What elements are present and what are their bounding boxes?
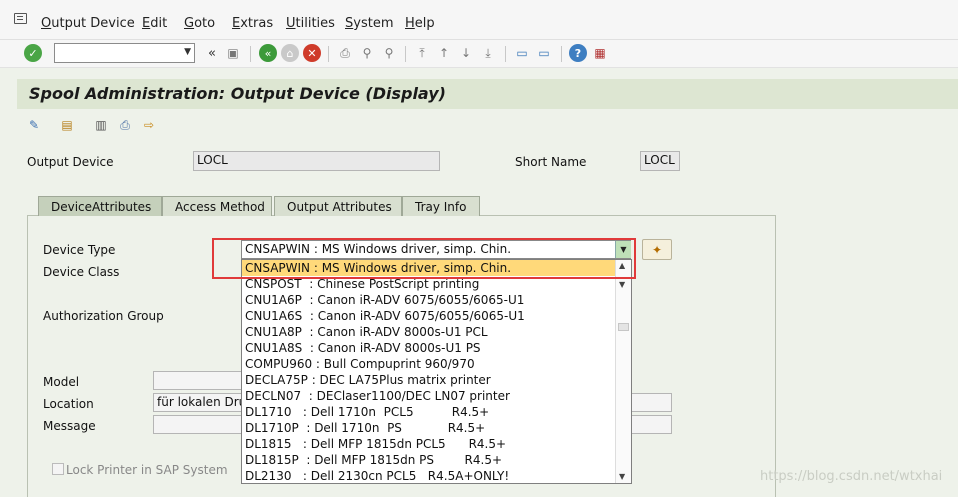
message-field-end [631, 415, 672, 434]
dropdown-option[interactable]: DECLN07 : DEClaser1100/DEC LN07 printer [242, 388, 615, 404]
find-next-icon[interactable]: ⚲ [380, 44, 398, 62]
dropdown-option[interactable]: DL2130 : Dell 2130cn PCL5 R4.5A+ONLY! [242, 468, 615, 484]
menu-extras[interactable]: Extras [232, 16, 273, 31]
dropdown-option[interactable]: CNU1A8S : Canon iR-ADV 8000s-U1 PS [242, 340, 615, 356]
menu-goto[interactable]: Goto [184, 16, 215, 31]
output-device-value: LOCL [197, 153, 228, 167]
dropdown-option[interactable]: DL1815P : Dell MFP 1815dn PS R4.5+ [242, 452, 615, 468]
model-field[interactable] [153, 371, 243, 390]
menu-system[interactable]: System [345, 16, 394, 31]
toolbar-separator [505, 46, 506, 62]
toolbar-separator [328, 46, 329, 62]
lock-printer-checkbox[interactable] [52, 463, 64, 475]
message-field[interactable] [153, 415, 243, 434]
other-object-icon[interactable]: ▤ [59, 117, 75, 133]
printer-icon[interactable]: ⎙ [117, 117, 133, 133]
location-label: Location [43, 397, 94, 411]
new-session-icon[interactable]: ▭ [513, 44, 531, 62]
location-value: für lokalen Druck [157, 395, 242, 409]
chevron-down-icon[interactable]: ▼ [184, 47, 191, 57]
last-page-icon[interactable]: ⤓ [479, 44, 497, 62]
toolbar-separator [250, 46, 251, 62]
dropdown-option[interactable]: CNU1A6P : Canon iR-ADV 6075/6055/6065-U1 [242, 292, 615, 308]
command-field[interactable]: ▼ [54, 43, 195, 63]
dropdown-option[interactable]: CNU1A6S : Canon iR-ADV 6075/6055/6065-U1 [242, 308, 615, 324]
previous-page-icon[interactable]: ↑ [435, 44, 453, 62]
menu-bar: Output Device Edit Goto Extras Utilities… [0, 0, 958, 40]
tab-device-attributes[interactable]: DeviceAttributes [38, 196, 162, 216]
output-device-field[interactable]: LOCL [193, 151, 440, 171]
cancel-icon[interactable]: ✕ [303, 44, 321, 62]
tab-output-attributes[interactable]: Output Attributes [274, 196, 402, 216]
menu-help[interactable]: Help [405, 16, 435, 31]
lock-printer-label: Lock Printer in SAP System [66, 463, 228, 477]
first-page-icon[interactable]: ⤒ [413, 44, 431, 62]
toolbar-separator [561, 46, 562, 62]
tab-label: Output Attributes [287, 200, 392, 214]
output-device-label: Output Device [27, 155, 114, 169]
dropdown-option[interactable]: DECLA75P : DEC LA75Plus matrix printer [242, 372, 615, 388]
device-type-label: Device Type [43, 243, 116, 257]
menu-edit[interactable]: Edit [142, 16, 167, 31]
help-icon[interactable]: ? [569, 44, 587, 62]
print-icon[interactable]: ⎙ [336, 44, 354, 62]
short-name-value: LOCL [644, 153, 675, 167]
menu-output-device[interactable]: Output Device [41, 16, 135, 31]
shortcut-icon[interactable]: ▭ [535, 44, 553, 62]
tab-tray-info[interactable]: Tray Info [402, 196, 480, 216]
dropdown-option[interactable]: DL1710P : Dell 1710n PS R4.5+ [242, 420, 615, 436]
dropdown-scrollbar[interactable]: ▲ ▼ ▼ [615, 260, 631, 483]
tab-access-method[interactable]: Access Method [162, 196, 272, 216]
tab-label: Tray Info [415, 200, 467, 214]
save-icon[interactable]: ▣ [224, 44, 242, 62]
scroll-down-small-icon[interactable]: ▼ [619, 280, 625, 289]
dropdown-option[interactable]: DL1710 : Dell 1710n PCL5 R4.5+ [242, 404, 615, 420]
watermark: https://blog.csdn.net/wtxhai [760, 469, 943, 484]
model-label: Model [43, 375, 80, 389]
enter-icon[interactable]: ✓ [24, 44, 42, 62]
tab-label: DeviceAttributes [51, 200, 152, 214]
back-icon[interactable]: « [259, 44, 277, 62]
scrollbar-thumb[interactable] [618, 323, 629, 331]
page-title: Spool Administration: Output Device (Dis… [29, 84, 446, 103]
collapse-icon[interactable]: « [203, 44, 221, 62]
next-page-icon[interactable]: ↓ [457, 44, 475, 62]
layout-menu-icon[interactable]: ▦ [591, 44, 609, 62]
document-icon[interactable]: ▥ [93, 117, 109, 133]
magic-wand-icon[interactable]: ✦ [642, 239, 672, 260]
dropdown-option[interactable]: CNU1A8P : Canon iR-ADV 8000s-U1 PCL [242, 324, 615, 340]
dropdown-option[interactable]: COMPU960 : Bull Compuprint 960/970 [242, 356, 615, 372]
device-type-dropdown[interactable]: CNSAPWIN : MS Windows driver, simp. Chin… [241, 259, 632, 484]
toolbar-separator [405, 46, 406, 62]
transport-icon[interactable]: ⇨ [141, 117, 157, 133]
tab-label: Access Method [175, 200, 265, 214]
location-field[interactable]: für lokalen Druck [153, 393, 243, 412]
edit-pencil-icon[interactable]: ✎ [26, 117, 42, 133]
scroll-down-icon[interactable]: ▼ [619, 472, 625, 481]
dropdown-option[interactable]: DL1815 : Dell MFP 1815dn PCL5 R4.5+ [242, 436, 615, 452]
menu-utilities[interactable]: Utilities [286, 16, 335, 31]
highlight-box [212, 238, 636, 279]
title-bar: Spool Administration: Output Device (Dis… [17, 78, 958, 109]
short-name-label: Short Name [515, 155, 587, 169]
location-field-end [631, 393, 672, 412]
find-icon[interactable]: ⚲ [358, 44, 376, 62]
window-menu-icon[interactable] [14, 13, 27, 24]
application-toolbar: ✎ ▤ ▥ ⎙ ⇨ [17, 110, 958, 140]
message-label: Message [43, 419, 96, 433]
authorization-group-label: Authorization Group [43, 309, 164, 323]
exit-icon[interactable]: ⌂ [281, 44, 299, 62]
short-name-field[interactable]: LOCL [640, 151, 680, 171]
device-class-label: Device Class [43, 265, 120, 279]
